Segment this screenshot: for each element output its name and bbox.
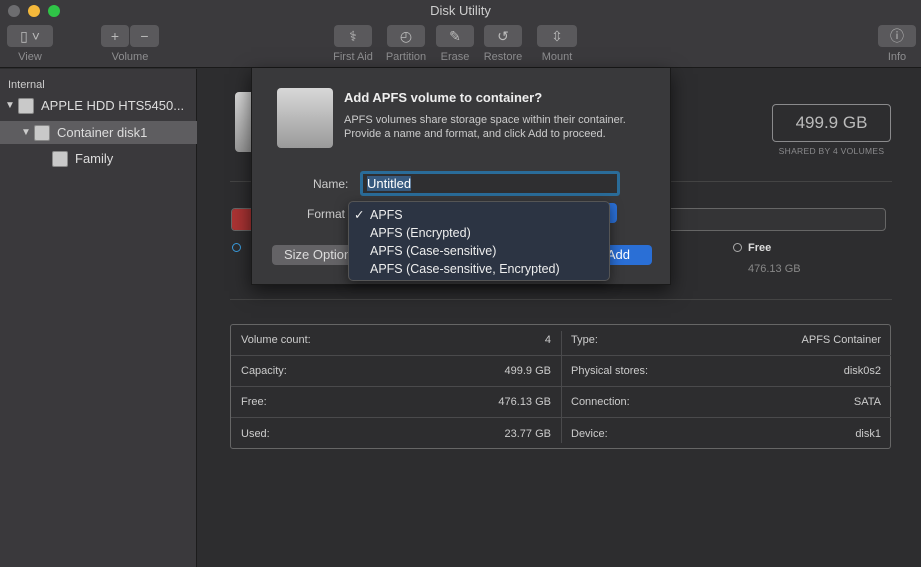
sidebar-item-hdd[interactable]: ▼ APPLE HDD HTS5450... — [0, 94, 197, 117]
format-option-apfs-case-sensitive-encrypted[interactable]: APFS (Case-sensitive, Encrypted) — [349, 260, 609, 278]
info-table: Volume count: 4 Capacity: 499.9 GB Free: 47… — [230, 324, 891, 449]
info-value: disk1 — [855, 427, 881, 440]
name-label: Name: — [313, 177, 349, 191]
info-row: Free: 476.13 GB — [231, 387, 561, 418]
divider — [230, 299, 892, 300]
sidebar-item-label: APPLE HDD HTS5450... — [41, 98, 185, 113]
info-left-column: Volume count: 4 Capacity: 499.9 GB Free: 47… — [231, 325, 561, 449]
option-label: APFS — [370, 208, 403, 222]
info-row: Connection: SATA — [561, 387, 891, 418]
dialog-message: APFS volumes share storage space within … — [344, 114, 626, 140]
erase-button[interactable]: ✎ — [436, 25, 474, 47]
info-value: 23.77 GB — [504, 427, 551, 440]
format-label: Format — [307, 207, 346, 221]
info-value: APFS Container — [801, 334, 881, 346]
volume-icon — [52, 150, 68, 167]
remove-volume-button[interactable]: − — [130, 25, 159, 47]
format-option-apfs-encrypted[interactable]: APFS (Encrypted) — [349, 224, 609, 242]
hard-disk-icon — [277, 88, 333, 148]
partition-button[interactable]: ◴ — [387, 25, 425, 47]
info-button[interactable]: ⓘ — [878, 25, 916, 47]
info-key: Device: — [571, 427, 608, 440]
info-row: Physical stores: disk0s2 — [561, 356, 891, 387]
info-key: Used: — [241, 427, 270, 440]
info-key: Capacity: — [241, 365, 287, 377]
info-value: disk0s2 — [843, 365, 881, 377]
disclosure-triangle-icon[interactable]: ▼ — [2, 100, 18, 111]
sidebar-item-family[interactable]: Family — [0, 147, 197, 170]
sidebar-item-label: Family — [75, 151, 114, 166]
restore-button[interactable]: ↺ — [484, 25, 522, 47]
info-row: Type: APFS Container — [561, 325, 891, 356]
sidebar: Internal ▼ APPLE HDD HTS5450... ▼ Containe… — [0, 69, 197, 567]
restore-label: Restore — [483, 51, 523, 63]
mount-button[interactable]: ⇳ — [537, 25, 577, 47]
info-row: Device: disk1 — [561, 418, 891, 449]
mount-label: Mount — [541, 51, 573, 63]
view-button[interactable]: ▯ ˅ — [7, 25, 53, 47]
info-row: Used: 23.77 GB — [231, 418, 561, 449]
add-volume-button[interactable]: + — [101, 25, 129, 47]
option-label: APFS (Case-sensitive, Encrypted) — [370, 262, 560, 276]
info-value: 4 — [544, 334, 551, 346]
container-icon — [34, 124, 50, 141]
info-label: Info — [887, 51, 907, 63]
option-label: APFS (Encrypted) — [370, 226, 471, 240]
toolbar: Disk Utility ▯ ˅ View + − Volume ⚕ First… — [0, 0, 921, 68]
info-key: Physical stores: — [571, 365, 649, 377]
info-value: 476.13 GB — [498, 396, 551, 408]
info-right-column: Type: APFS Container Physical stores: disk… — [561, 325, 891, 449]
dialog-title: Add APFS volume to container? — [344, 90, 543, 105]
view-label: View — [18, 51, 42, 63]
used-legend-icon — [232, 243, 241, 252]
capacity-display: 499.9 GB — [772, 104, 891, 142]
option-label: APFS (Case-sensitive) — [370, 244, 497, 258]
free-legend-label: Free — [748, 242, 772, 254]
info-key: Free: — [241, 396, 267, 408]
window-title: Disk Utility — [430, 3, 491, 18]
sidebar-item-label: Container disk1 — [57, 125, 148, 140]
stethoscope-icon: ⚕ — [349, 27, 357, 44]
partition-icon: ◴ — [399, 27, 413, 44]
volume-label: Volume — [111, 51, 149, 63]
info-row: Volume count: 4 — [231, 325, 561, 356]
first-aid-button[interactable]: ⚕ — [334, 25, 372, 47]
free-legend-icon — [733, 243, 742, 252]
info-icon: ⓘ — [890, 28, 904, 44]
format-option-apfs[interactable]: ✓ APFS — [349, 206, 609, 224]
sidebar-section-internal: Internal — [8, 79, 45, 91]
info-row: Capacity: 499.9 GB — [231, 356, 561, 387]
restore-icon: ↺ — [497, 27, 509, 44]
hard-disk-icon — [18, 97, 34, 114]
erase-label: Erase — [440, 51, 470, 63]
info-key: Type: — [571, 334, 598, 346]
name-input-value: Untitled — [367, 176, 412, 191]
name-input[interactable]: Untitled — [360, 171, 620, 196]
usage-bar-used — [232, 209, 252, 230]
free-legend-value: 476.13 GB — [748, 263, 801, 275]
checkmark-icon: ✓ — [354, 208, 365, 222]
format-dropdown-menu: ✓ APFS APFS (Encrypted) APFS (Case-sensit… — [348, 201, 610, 281]
partition-label: Partition — [385, 51, 427, 63]
format-option-apfs-case-sensitive[interactable]: APFS (Case-sensitive) — [349, 242, 609, 260]
sidebar-icon: ▯ ˅ — [20, 27, 40, 44]
sidebar-item-container[interactable]: ▼ Container disk1 — [0, 121, 197, 144]
first-aid-label: First Aid — [333, 51, 373, 63]
info-key: Volume count: — [241, 334, 311, 346]
info-value: 499.9 GB — [504, 365, 551, 377]
info-key: Connection: — [571, 396, 630, 408]
info-value: SATA — [853, 396, 881, 408]
disclosure-triangle-icon[interactable]: ▼ — [18, 127, 34, 138]
erase-icon: ✎ — [449, 27, 461, 44]
capacity-subtitle: SHARED BY 4 VOLUMES — [778, 146, 885, 156]
mount-icon: ⇳ — [551, 27, 563, 44]
